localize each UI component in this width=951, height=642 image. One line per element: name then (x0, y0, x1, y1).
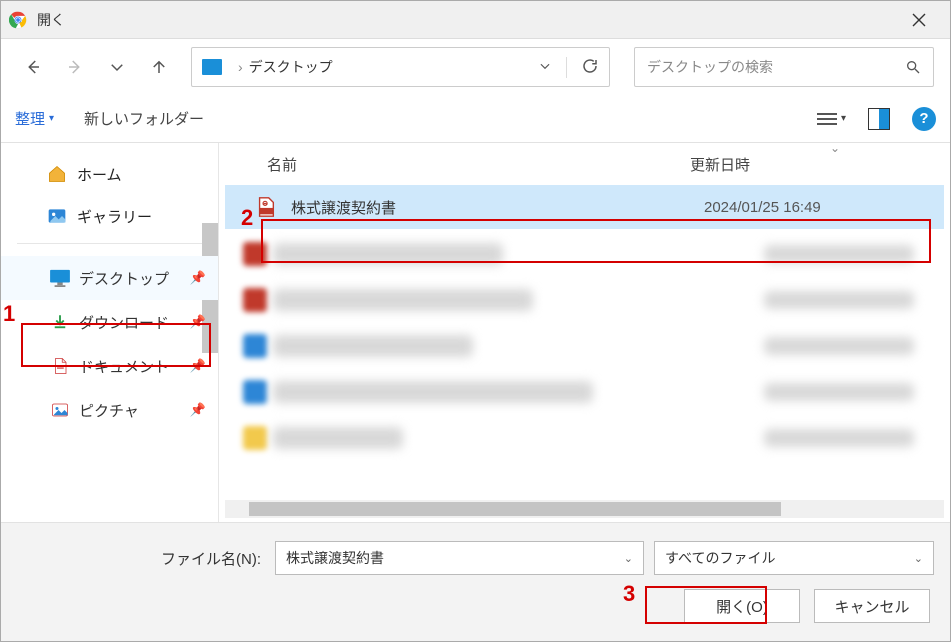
view-mode-button[interactable]: ▾ (817, 110, 846, 128)
file-filter-select[interactable]: すべてのファイル ⌄ (654, 541, 934, 575)
new-folder-button[interactable]: 新しいフォルダー (84, 108, 204, 129)
refresh-button[interactable] (566, 57, 599, 78)
search-icon (905, 59, 921, 75)
horizontal-scrollbar[interactable] (225, 500, 944, 518)
document-icon (49, 357, 71, 375)
chevron-down-icon (108, 58, 126, 76)
file-list: 名前 更新日時 ⌄ 株式譲渡契約書 2024/01/25 16:49 (219, 143, 950, 522)
nav-forward[interactable] (61, 51, 89, 83)
chevron-down-icon (538, 59, 552, 73)
command-bar: 整理 ▾ 新しいフォルダー ▾ ? (1, 95, 950, 143)
file-name: 株式譲渡契約書 (291, 197, 704, 218)
close-icon (912, 13, 926, 27)
chevron-down-icon[interactable]: ⌄ (624, 552, 633, 565)
refresh-icon (581, 57, 599, 75)
arrow-up-icon (150, 58, 168, 76)
nav-recent[interactable] (103, 51, 131, 83)
chevron-right-icon: › (238, 59, 243, 75)
sidebar-item-documents[interactable]: ドキュメント 📌 (1, 344, 218, 388)
arrow-left-icon (24, 58, 42, 76)
address-bar[interactable]: › デスクトップ (191, 47, 610, 87)
chevron-down-icon[interactable]: ⌄ (914, 552, 923, 565)
sidebar-item-gallery[interactable]: ギャラリー (1, 195, 218, 237)
pin-icon: 📌 (190, 270, 206, 286)
file-row-blurred (243, 233, 934, 275)
horizontal-scrollbar-thumb[interactable] (249, 502, 781, 516)
desktop-icon (49, 269, 71, 287)
help-button[interactable]: ? (912, 107, 936, 131)
chrome-icon (9, 11, 27, 29)
file-row-blurred (243, 325, 934, 367)
filename-input[interactable]: 株式譲渡契約書 ⌄ (275, 541, 644, 575)
list-view-icon (817, 110, 837, 128)
search-input[interactable]: デスクトップの検索 (634, 47, 934, 87)
sidebar: ホーム ギャラリー デスクトップ 📌 ダウンロード 📌 (1, 143, 219, 522)
sort-indicator-icon: ⌄ (830, 141, 840, 155)
sidebar-item-downloads[interactable]: ダウンロード 📌 (1, 300, 218, 344)
preview-pane-button[interactable] (868, 108, 890, 130)
file-list-header: 名前 更新日時 ⌄ (219, 143, 950, 185)
sidebar-item-pictures[interactable]: ピクチャ 📌 (1, 388, 218, 432)
title-bar: 開く (1, 1, 950, 39)
sidebar-item-desktop[interactable]: デスクトップ 📌 (1, 256, 218, 300)
column-name[interactable]: 名前 (267, 154, 690, 175)
pictures-icon (49, 401, 71, 419)
file-row-selected[interactable]: 株式譲渡契約書 2024/01/25 16:49 (225, 185, 944, 229)
address-dropdown[interactable] (538, 59, 552, 76)
dialog-footer: ファイル名(N): 株式譲渡契約書 ⌄ すべてのファイル ⌄ 開く(O) キャン… (1, 522, 950, 641)
search-placeholder: デスクトップの検索 (647, 57, 905, 77)
file-row-blurred (243, 371, 934, 413)
file-row-blurred (243, 279, 934, 321)
nav-bar: › デスクトップ デスクトップの検索 (1, 39, 950, 95)
pin-icon: 📌 (190, 358, 206, 374)
cancel-button[interactable]: キャンセル (814, 589, 930, 623)
close-button[interactable] (896, 5, 942, 35)
arrow-right-icon (66, 58, 84, 76)
pdf-icon (255, 196, 277, 218)
nav-back[interactable] (19, 51, 47, 83)
file-date: 2024/01/25 16:49 (704, 199, 914, 216)
file-row-blurred (243, 417, 934, 459)
column-modified[interactable]: 更新日時 (690, 154, 910, 175)
download-icon (49, 313, 71, 331)
home-icon (47, 164, 67, 184)
organize-menu[interactable]: 整理 ▾ (15, 108, 54, 129)
pin-icon: 📌 (190, 402, 206, 418)
address-location: デスクトップ (249, 57, 333, 77)
window-title: 開く (37, 10, 65, 30)
nav-up[interactable] (145, 51, 173, 83)
filename-label: ファイル名(N): (17, 548, 265, 569)
sidebar-item-home[interactable]: ホーム (1, 153, 218, 195)
pin-icon: 📌 (190, 314, 206, 330)
gallery-icon (47, 206, 67, 226)
open-button[interactable]: 開く(O) (684, 589, 800, 623)
monitor-icon (202, 59, 222, 75)
